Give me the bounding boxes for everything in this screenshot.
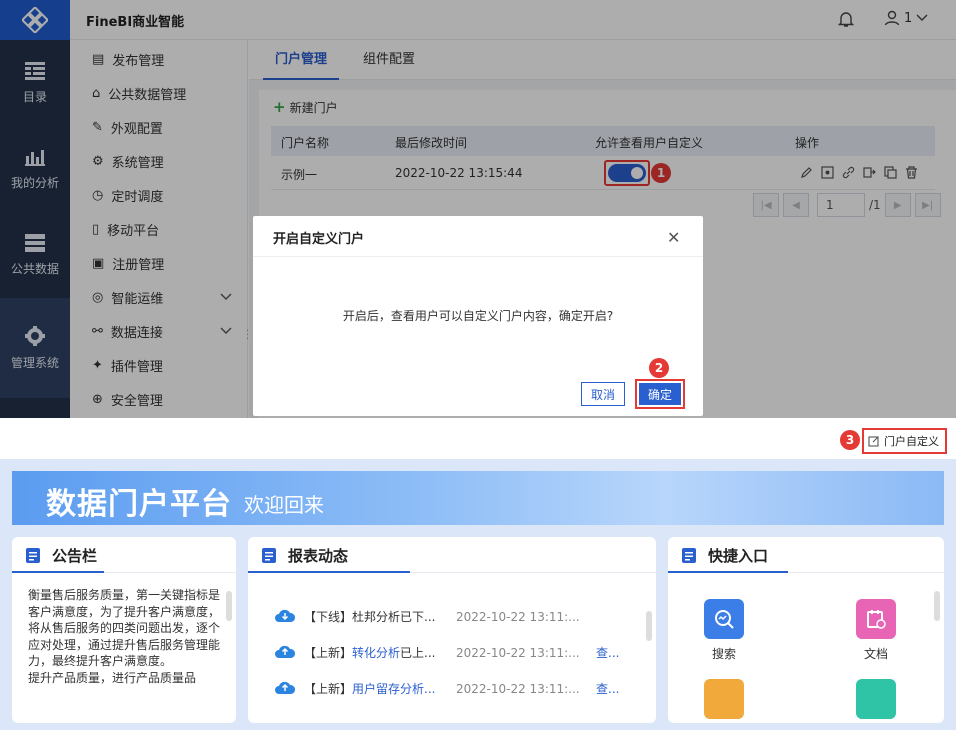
report-name[interactable]: 转化分析 bbox=[352, 646, 400, 660]
notice-title: 公告栏 bbox=[52, 547, 98, 565]
dialog-message: 开启后，查看用户可以自定义门户内容，确定开启? bbox=[342, 309, 614, 323]
report-item[interactable]: 【上新】用户留存分析... 2022-10-22 13:11:... 查... bbox=[274, 679, 619, 698]
calendar-doc-icon bbox=[856, 599, 896, 639]
report-name[interactable]: 用户留存分析... bbox=[352, 682, 435, 696]
share-icon[interactable] bbox=[704, 679, 744, 719]
reports-header: 报表动态 bbox=[248, 537, 656, 573]
quick-entry-title: 快捷入口 bbox=[708, 547, 769, 565]
portal-canvas: 数据门户平台 欢迎回来 公告栏 衡量售后服务质量，第一关键指标是客户满意度，为了… bbox=[0, 459, 956, 730]
report-tag: 【下线】 bbox=[304, 610, 353, 624]
reports-scrollbar[interactable] bbox=[646, 611, 652, 641]
dialog-divider bbox=[253, 256, 703, 257]
cloud-upload-icon bbox=[274, 643, 296, 662]
close-icon[interactable]: ✕ bbox=[667, 228, 680, 247]
notice-card: 公告栏 衡量售后服务质量，第一关键指标是客户满意度，为了提升客户满意度，将从售后… bbox=[12, 537, 236, 723]
quick-search[interactable]: 搜索 bbox=[704, 599, 744, 662]
customize-label: 门户自定义 bbox=[884, 435, 939, 448]
notice-header: 公告栏 bbox=[12, 537, 236, 573]
notice-body: 衡量售后服务质量，第一关键指标是客户满意度，为了提升客户满意度，将从售后服务的四… bbox=[28, 588, 221, 668]
view-link[interactable]: 查... bbox=[596, 680, 619, 697]
title-underline bbox=[668, 571, 788, 573]
customize-portal-button[interactable]: 门户自定义 bbox=[862, 428, 947, 454]
quick-docs[interactable]: 文档 bbox=[856, 599, 896, 662]
quick-entry-card: 快捷入口 搜索 文档 bbox=[668, 537, 944, 723]
view-link[interactable]: 查... bbox=[596, 644, 619, 661]
confirm-highlight: 确定 bbox=[635, 379, 685, 409]
quick-scrollbar[interactable] bbox=[934, 591, 940, 621]
report-time: 2022-10-22 13:11:... bbox=[456, 681, 580, 696]
quick-docs-label: 文档 bbox=[863, 647, 888, 661]
report-time: 2022-10-22 13:11:... bbox=[456, 609, 580, 624]
banner-subtitle: 欢迎回来 bbox=[244, 493, 324, 517]
quick-entry-header: 快捷入口 bbox=[668, 537, 944, 573]
report-time: 2022-10-22 13:11:... bbox=[456, 645, 580, 660]
title-underline bbox=[248, 571, 410, 573]
notice-scrollbar[interactable] bbox=[226, 591, 232, 621]
notice-body-continued: 提升产品质量，进行产品质量品 bbox=[28, 670, 197, 685]
portal-banner: 数据门户平台 欢迎回来 bbox=[12, 471, 944, 525]
portal-preview: 3 门户自定义 数据门户平台 欢迎回来 公告栏 衡量售后服务质量，第一关键指标是… bbox=[0, 418, 956, 730]
form-icon[interactable] bbox=[856, 679, 896, 719]
report-icon bbox=[262, 548, 276, 563]
notice-icon bbox=[26, 548, 40, 563]
step-badge-2: 2 bbox=[649, 358, 669, 378]
reports-title: 报表动态 bbox=[288, 547, 349, 565]
report-name-rest: 已上... bbox=[400, 646, 436, 660]
report-item[interactable]: 【上新】转化分析已上... 2022-10-22 13:11:... 查... bbox=[274, 643, 619, 662]
confirm-button[interactable]: 确定 bbox=[639, 383, 681, 405]
notice-text: 衡量售后服务质量，第一关键指标是客户满意度，为了提升客户满意度，将从售后服务的四… bbox=[28, 587, 230, 686]
cloud-upload-icon bbox=[274, 679, 296, 698]
dialog-title: 开启自定义门户 bbox=[273, 232, 365, 247]
step-badge-3: 3 bbox=[840, 430, 860, 450]
cloud-download-icon bbox=[274, 607, 296, 626]
report-item[interactable]: 【下线】杜邦分析已下... 2022-10-22 13:11:... bbox=[274, 607, 596, 626]
reports-card: 报表动态 【下线】杜邦分析已下... 2022-10-22 13:11:... … bbox=[248, 537, 656, 723]
banner-title: 数据门户平台 bbox=[46, 487, 232, 522]
quick-entry-icon bbox=[682, 548, 696, 563]
report-tag: 【上新】 bbox=[304, 646, 353, 660]
enable-custom-portal-dialog: 开启自定义门户 ✕ 开启后，查看用户可以自定义门户内容，确定开启? 2 取消 确… bbox=[253, 216, 703, 416]
search-icon bbox=[704, 599, 744, 639]
edit-icon bbox=[868, 436, 879, 447]
cancel-button[interactable]: 取消 bbox=[581, 382, 625, 406]
quick-search-label: 搜索 bbox=[711, 647, 736, 661]
title-underline bbox=[12, 571, 104, 573]
report-name: 杜邦分析已下... bbox=[352, 610, 436, 624]
report-tag: 【上新】 bbox=[304, 682, 353, 696]
